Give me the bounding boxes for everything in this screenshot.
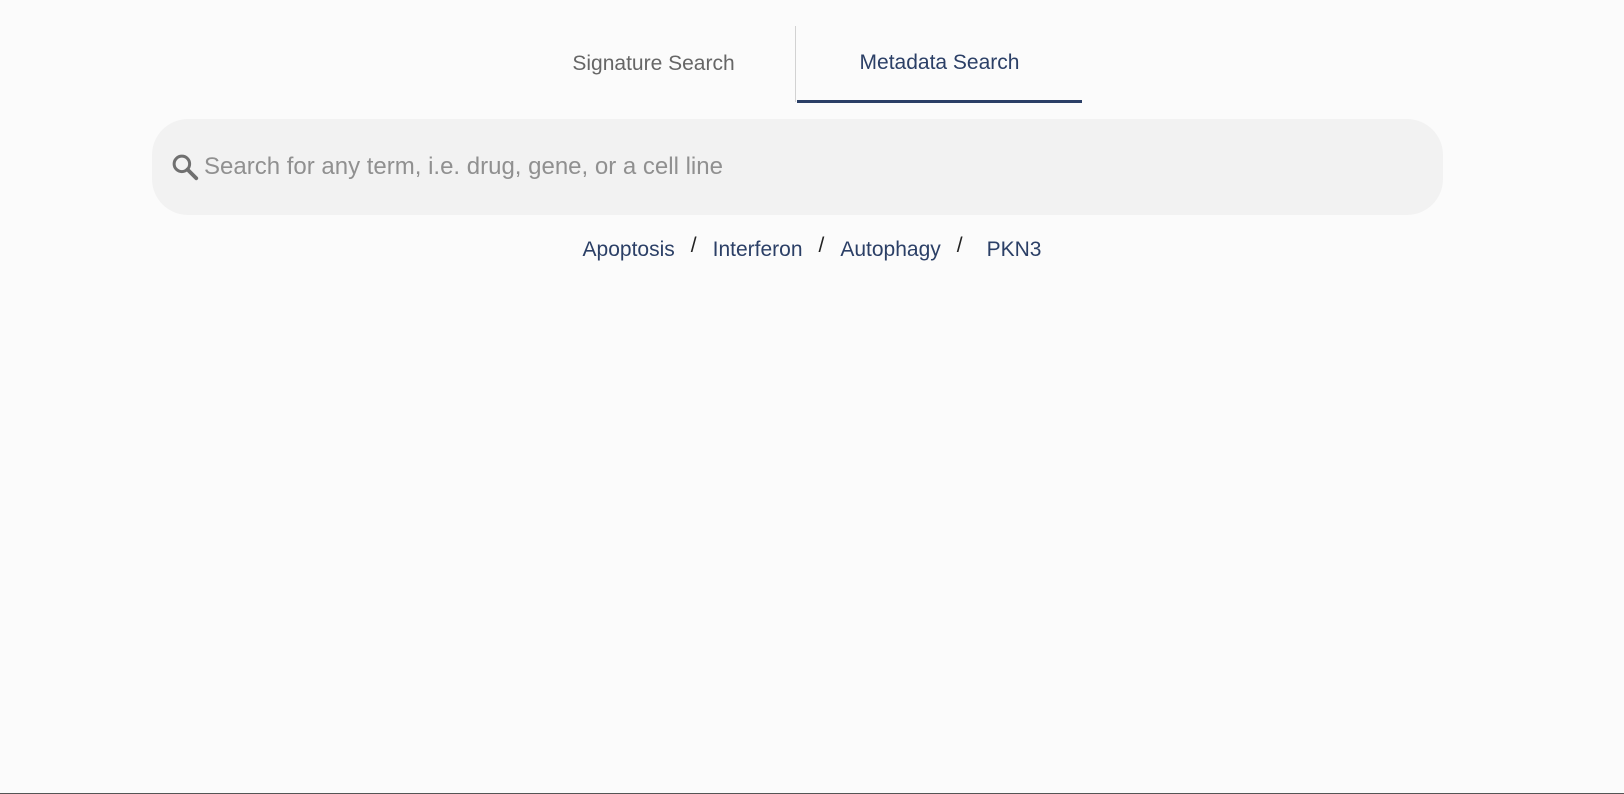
search-bar [152,119,1443,215]
suggestion-interferon[interactable]: Interferon [713,238,803,262]
search-mode-tabs: Signature Search Metadata Search [0,26,1624,103]
search-icon[interactable] [170,152,200,182]
example-search-terms: Apoptosis / Interferon / Autophagy / PKN… [0,234,1624,262]
page: Signature Search Metadata Search Apoptos… [0,0,1624,794]
separator: / [818,234,825,257]
suggestion-autophagy[interactable]: Autophagy [840,238,940,262]
suggestion-pkn3[interactable]: PKN3 [987,238,1042,262]
tab-metadata-search[interactable]: Metadata Search [797,26,1082,103]
tab-signature-search[interactable]: Signature Search [512,26,796,102]
search-input[interactable] [204,147,1443,187]
separator: / [690,234,697,257]
suggestion-apoptosis[interactable]: Apoptosis [583,238,675,262]
separator: / [956,234,963,257]
